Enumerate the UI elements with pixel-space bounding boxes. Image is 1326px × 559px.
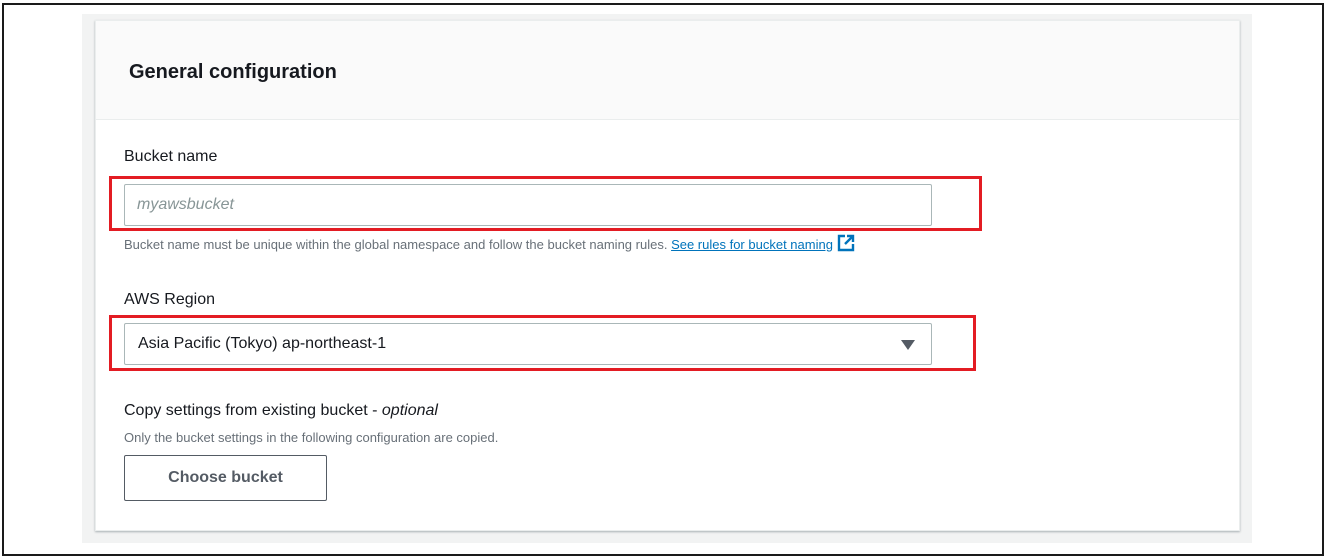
bucket-name-hint-text: Bucket name must be unique within the gl…	[124, 237, 668, 252]
bucket-name-input[interactable]	[124, 184, 932, 226]
aws-region-label: AWS Region	[124, 291, 215, 308]
bucket-naming-rules-link-text: See rules for bucket naming	[671, 237, 833, 252]
external-link-icon	[837, 234, 855, 255]
panel-header: General configuration	[96, 21, 1239, 120]
choose-bucket-button[interactable]: Choose bucket	[124, 455, 327, 501]
aws-region-select[interactable]: Asia Pacific (Tokyo) ap-northeast-1	[124, 323, 932, 365]
bucket-naming-rules-link[interactable]: See rules for bucket naming	[671, 234, 855, 255]
caret-down-icon	[901, 340, 915, 350]
optional-label: optional	[381, 402, 438, 419]
bucket-name-hint: Bucket name must be unique within the gl…	[124, 234, 855, 255]
aws-region-selected-value: Asia Pacific (Tokyo) ap-northeast-1	[138, 335, 387, 352]
bucket-name-label: Bucket name	[124, 148, 218, 165]
copy-settings-hint: Only the bucket settings in the followin…	[124, 430, 499, 445]
panel-title: General configuration	[129, 61, 337, 83]
copy-settings-label: Copy settings from existing bucket - opt…	[124, 402, 438, 420]
copy-settings-label-text: Copy settings from existing bucket -	[124, 402, 382, 419]
